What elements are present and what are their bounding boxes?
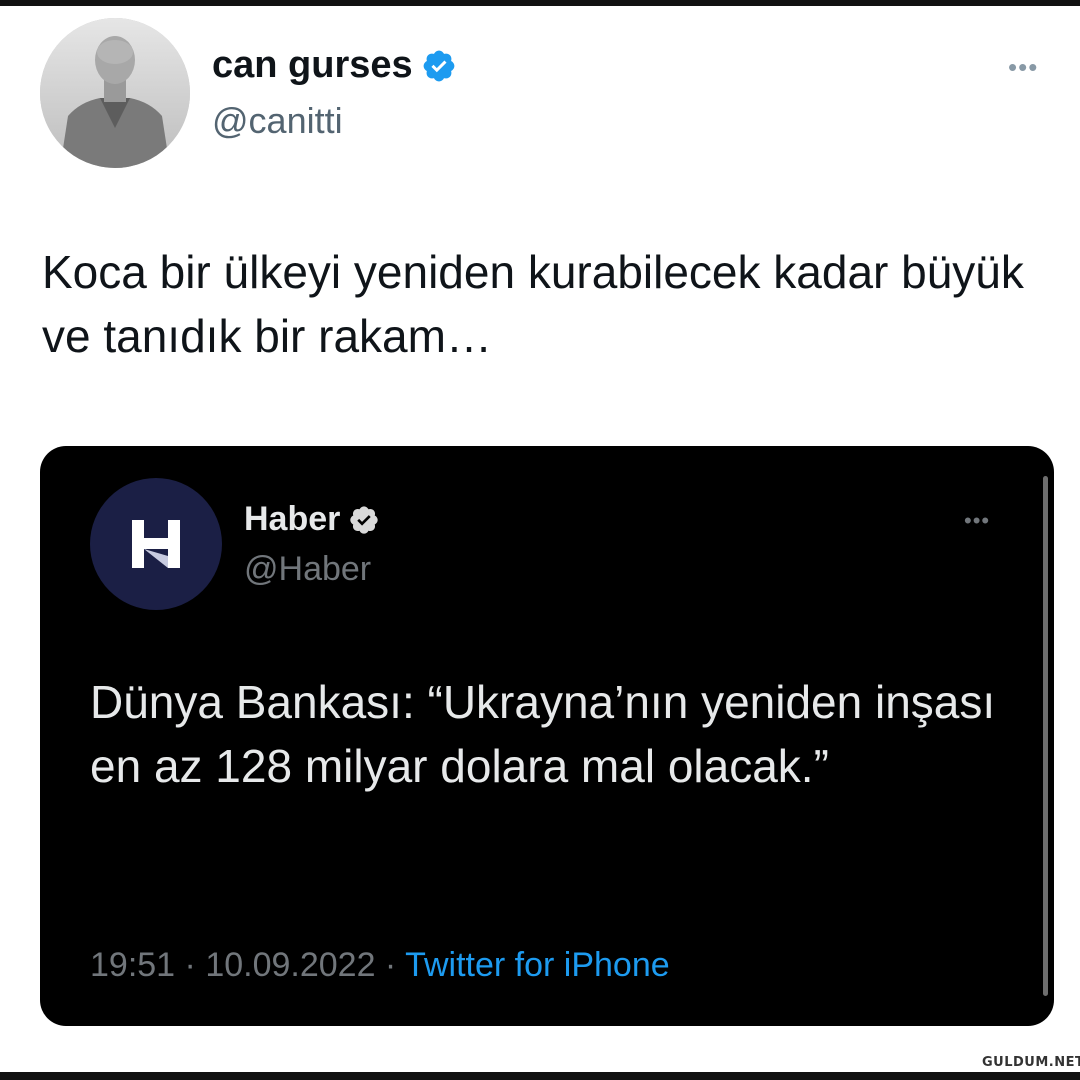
- more-options-icon[interactable]: •••: [1008, 52, 1038, 83]
- verified-badge-icon: [350, 505, 379, 534]
- tweet-meta: 19:51 · 10.09.2022 · Twitter for iPhone: [90, 946, 670, 985]
- tweet-date[interactable]: 10.09.2022: [205, 946, 375, 984]
- quoted-tweet-text: Dünya Bankası: “Ukrayna’nın yeniden inşa…: [90, 676, 996, 792]
- haber-logo-icon: [132, 520, 180, 568]
- bottom-border: [0, 1072, 1080, 1080]
- more-options-icon[interactable]: •••: [964, 508, 990, 534]
- quoted-author-name[interactable]: Haber: [244, 500, 380, 539]
- tweet-source-link[interactable]: Twitter for iPhone: [405, 946, 670, 984]
- avatar[interactable]: [40, 18, 190, 168]
- top-border: [0, 0, 1080, 6]
- profile-photo-icon: [40, 18, 190, 168]
- meta-separator: ·: [175, 946, 206, 984]
- tweet-time[interactable]: 19:51: [90, 946, 175, 984]
- author-name-text: can gurses: [212, 44, 413, 86]
- scrollbar[interactable]: [1043, 476, 1048, 996]
- quoted-author-handle[interactable]: @Haber: [244, 550, 371, 589]
- author-name[interactable]: can gurses: [212, 44, 457, 87]
- quoted-author-name-text: Haber: [244, 500, 341, 538]
- author-handle[interactable]: @canitti: [212, 100, 343, 142]
- quoted-avatar[interactable]: [90, 478, 222, 610]
- tweet-text: Koca bir ülkeyi yeniden kurabilecek kada…: [42, 246, 1024, 362]
- watermark: GULDUM.NET: [982, 1055, 1080, 1070]
- verified-badge-icon: [423, 50, 455, 81]
- meta-separator: ·: [375, 946, 406, 984]
- quoted-tweet-card[interactable]: Haber @Haber ••• Dünya Bankası: “Ukrayna…: [40, 446, 1054, 1026]
